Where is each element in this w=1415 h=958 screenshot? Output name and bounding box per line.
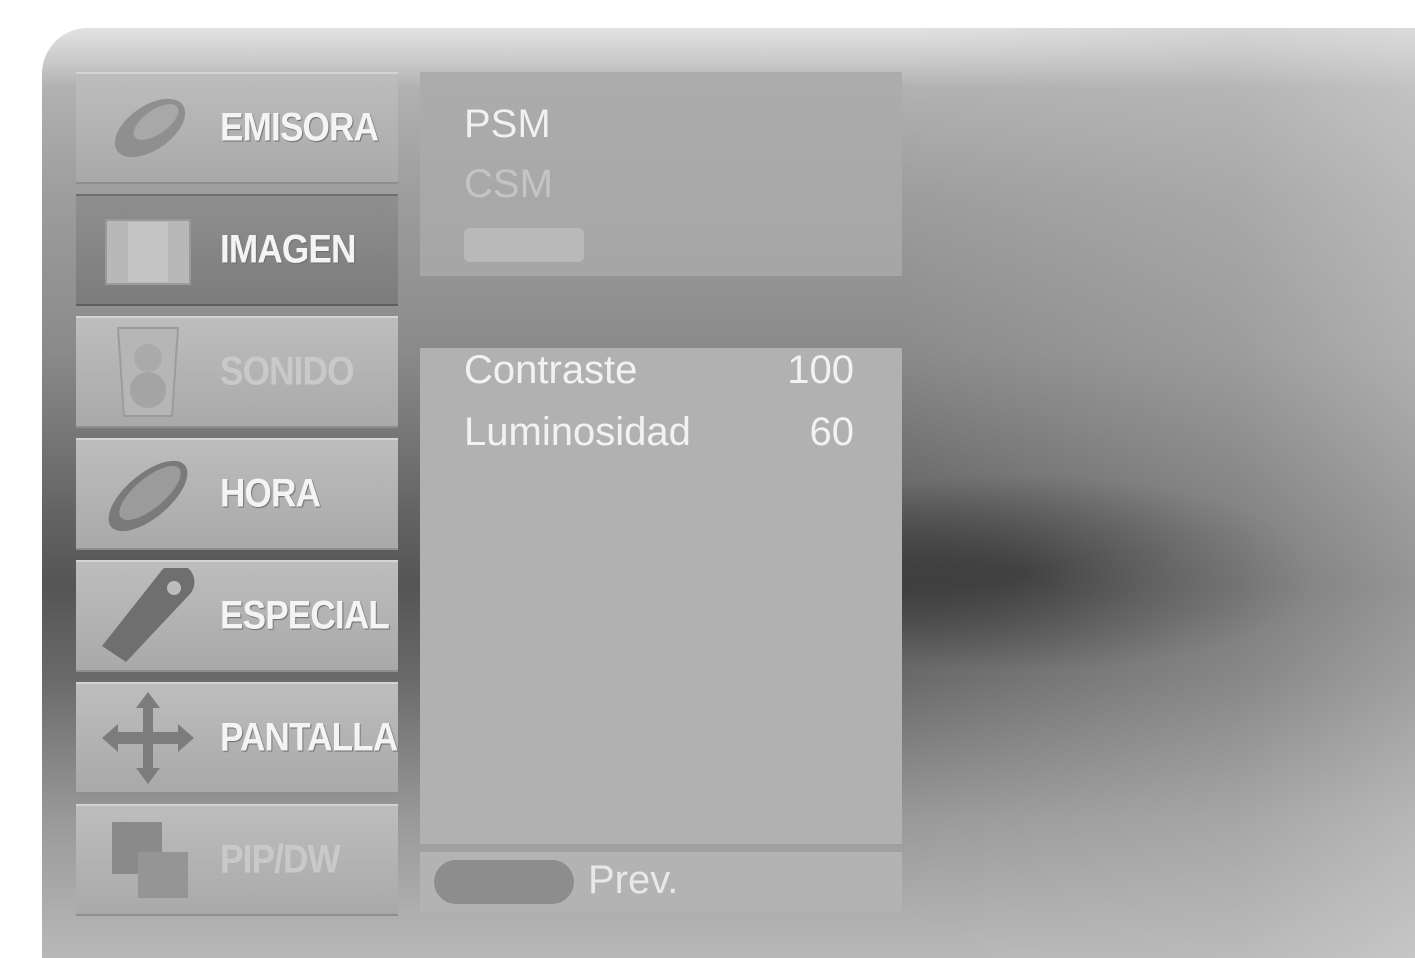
footer-bar: Prev.: [420, 852, 902, 912]
setting-value: 100: [787, 348, 854, 392]
tag-icon: [98, 563, 198, 664]
menu-item-hora[interactable]: HORA: [76, 438, 398, 550]
psm-option[interactable]: PSM: [464, 102, 551, 147]
menu-item-pip-dw[interactable]: PIP/DW: [76, 804, 398, 916]
menu-item-sonido[interactable]: SONIDO: [76, 316, 398, 428]
pip-icon: [98, 812, 198, 908]
menu-item-pantalla[interactable]: PANTALLA: [76, 682, 398, 794]
setting-row-contraste[interactable]: Contraste 100: [464, 348, 854, 398]
clock-icon: [98, 446, 198, 542]
prev-label: Prev.: [588, 858, 679, 902]
move-arrows-icon: [98, 690, 198, 786]
menu-item-label: ESPECIAL: [220, 593, 390, 638]
menu-item-label: IMAGEN: [220, 227, 356, 272]
satellite-dish-icon: [98, 80, 198, 176]
menu-item-imagen[interactable]: IMAGEN: [76, 194, 398, 306]
setting-name: Contraste: [464, 348, 638, 392]
xd-option[interactable]: [464, 228, 584, 262]
menu-item-label: EMISORA: [220, 105, 379, 150]
prev-button-key[interactable]: [434, 860, 574, 904]
menu-item-label: PANTALLA: [220, 715, 398, 760]
setting-value: 60: [809, 410, 855, 454]
osd-menu-window: EMISORA IMAGEN SONIDO HORA ESPECIAL PANT…: [42, 28, 1415, 958]
csm-option[interactable]: CSM: [464, 162, 553, 207]
menu-item-emisora[interactable]: EMISORA: [76, 72, 398, 184]
speaker-icon: [98, 324, 198, 420]
menu-item-label: SONIDO: [220, 349, 354, 394]
setting-name: Luminosidad: [464, 410, 691, 454]
picture-icon: [98, 202, 198, 298]
menu-item-label: HORA: [220, 471, 321, 516]
picture-settings-panel: Contraste 100 Luminosidad 60: [420, 348, 902, 844]
menu-item-label: PIP/DW: [220, 837, 341, 882]
setting-row-luminosidad[interactable]: Luminosidad 60: [464, 410, 854, 460]
picture-mode-panel: PSM CSM: [420, 72, 902, 276]
menu-item-especial[interactable]: ESPECIAL: [76, 560, 398, 672]
